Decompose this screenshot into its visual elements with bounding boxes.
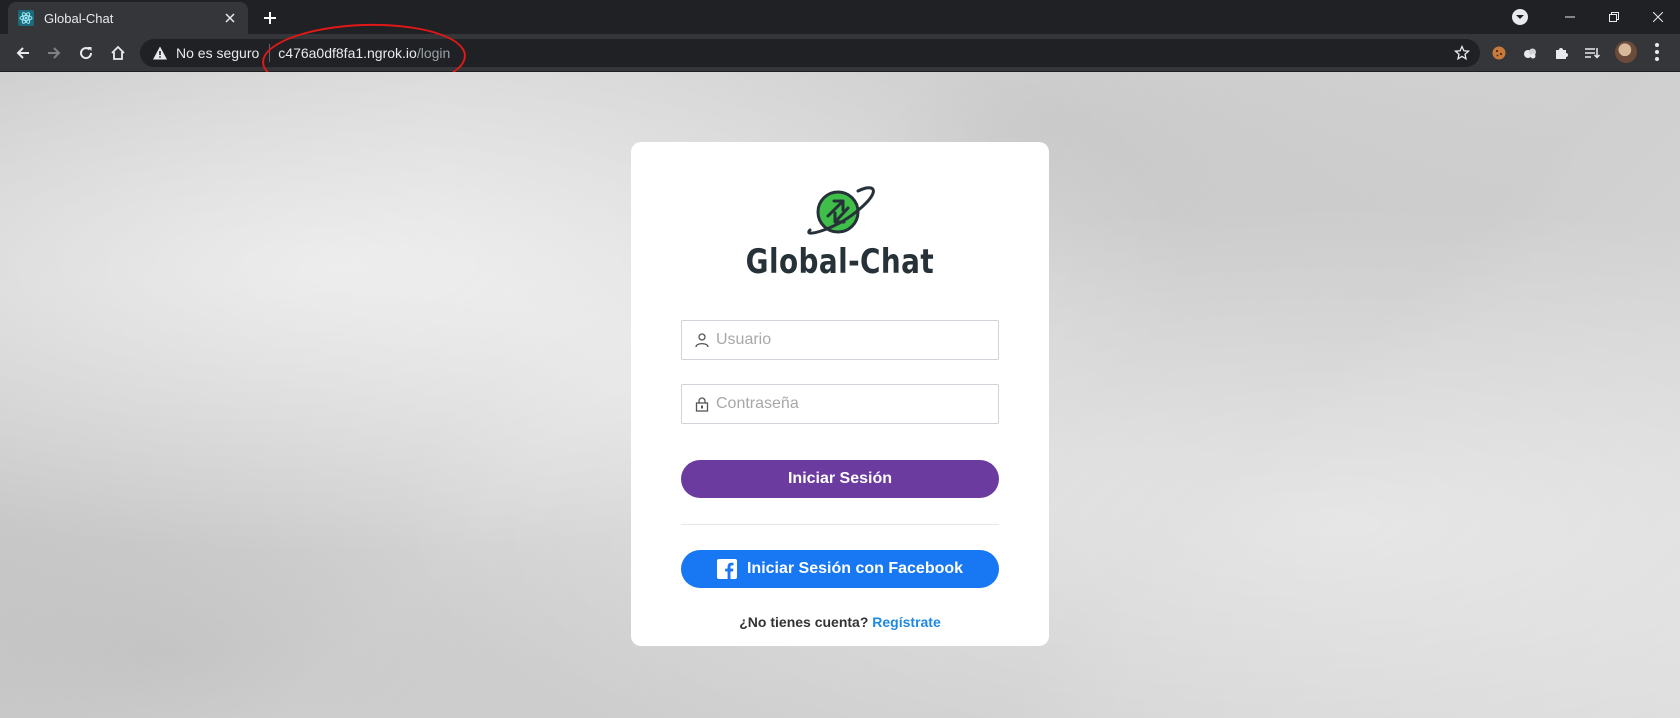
tab-search-button[interactable]: [1512, 9, 1528, 25]
password-field[interactable]: [681, 384, 999, 424]
minimize-icon: [1565, 16, 1575, 18]
close-window-button[interactable]: [1636, 0, 1680, 34]
menu-dot: [1655, 57, 1659, 61]
user-icon: [695, 333, 709, 348]
signup-prompt: ¿No tienes cuenta?: [739, 614, 869, 630]
facebook-icon: [716, 559, 737, 579]
menu-dot: [1655, 43, 1659, 47]
back-button[interactable]: [10, 40, 36, 66]
warning-icon[interactable]: [152, 45, 168, 61]
username-input[interactable]: [714, 324, 998, 356]
bookmark-star-icon[interactable]: [1454, 45, 1470, 61]
cloud-extension-icon[interactable]: [1521, 44, 1539, 62]
plus-icon: [264, 12, 276, 24]
cookie-extension-icon[interactable]: [1490, 44, 1508, 62]
browser-tab-active[interactable]: Global-Chat: [8, 2, 248, 34]
brand-name: Global-Chat: [745, 242, 935, 282]
forward-button[interactable]: [41, 40, 67, 66]
omnibox-separator: [269, 44, 271, 62]
security-label[interactable]: No es seguro: [176, 45, 259, 61]
close-tab-icon[interactable]: [222, 10, 238, 26]
browser-toolbar: No es seguro c476a0df8fa1.ngrok.io/login: [0, 34, 1680, 72]
arrow-left-icon: [16, 47, 29, 59]
react-atom-icon: [18, 10, 34, 26]
login-card: Global-Chat Iniciar Sesión Iniciar Sesió…: [631, 142, 1049, 646]
reload-button[interactable]: [73, 40, 99, 66]
profile-avatar[interactable]: [1615, 41, 1637, 63]
signup-row: ¿No tienes cuenta? Regístrate: [631, 614, 1049, 630]
restore-icon: [1609, 12, 1619, 22]
brand-logo: Global-Chat: [631, 184, 1049, 294]
url-host: c476a0df8fa1.ngrok.io: [278, 45, 417, 61]
menu-dot: [1655, 50, 1659, 54]
window-controls: [1548, 0, 1680, 34]
lock-icon: [695, 397, 709, 412]
address-bar[interactable]: No es seguro c476a0df8fa1.ngrok.io/login: [140, 39, 1480, 67]
url-path: /login: [416, 45, 451, 61]
login-page: Global-Chat Iniciar Sesión Iniciar Sesió…: [0, 72, 1680, 718]
reading-list-icon[interactable]: [1583, 44, 1601, 62]
chevron-down-icon: [1516, 15, 1524, 19]
arrow-right-icon: [48, 47, 61, 59]
reload-icon: [80, 47, 93, 60]
tab-title: Global-Chat: [44, 10, 114, 26]
globe-sync-icon: [807, 186, 875, 235]
login-button[interactable]: Iniciar Sesión: [681, 460, 999, 498]
facebook-login-button[interactable]: Iniciar Sesión con Facebook: [681, 550, 999, 588]
close-icon: [1653, 12, 1663, 22]
browser-titlebar: Global-Chat: [0, 0, 1680, 34]
restore-button[interactable]: [1592, 0, 1636, 34]
new-tab-button[interactable]: [258, 6, 282, 30]
home-icon: [111, 45, 125, 60]
home-button[interactable]: [105, 40, 131, 66]
minimize-button[interactable]: [1548, 0, 1592, 34]
password-input[interactable]: [714, 388, 998, 420]
facebook-login-label: Iniciar Sesión con Facebook: [746, 560, 964, 577]
puzzle-extensions-icon[interactable]: [1552, 44, 1570, 62]
signup-link[interactable]: Regístrate: [872, 614, 940, 630]
browser-menu-button[interactable]: [1654, 43, 1660, 61]
divider: [681, 524, 999, 525]
username-field[interactable]: [681, 320, 999, 360]
